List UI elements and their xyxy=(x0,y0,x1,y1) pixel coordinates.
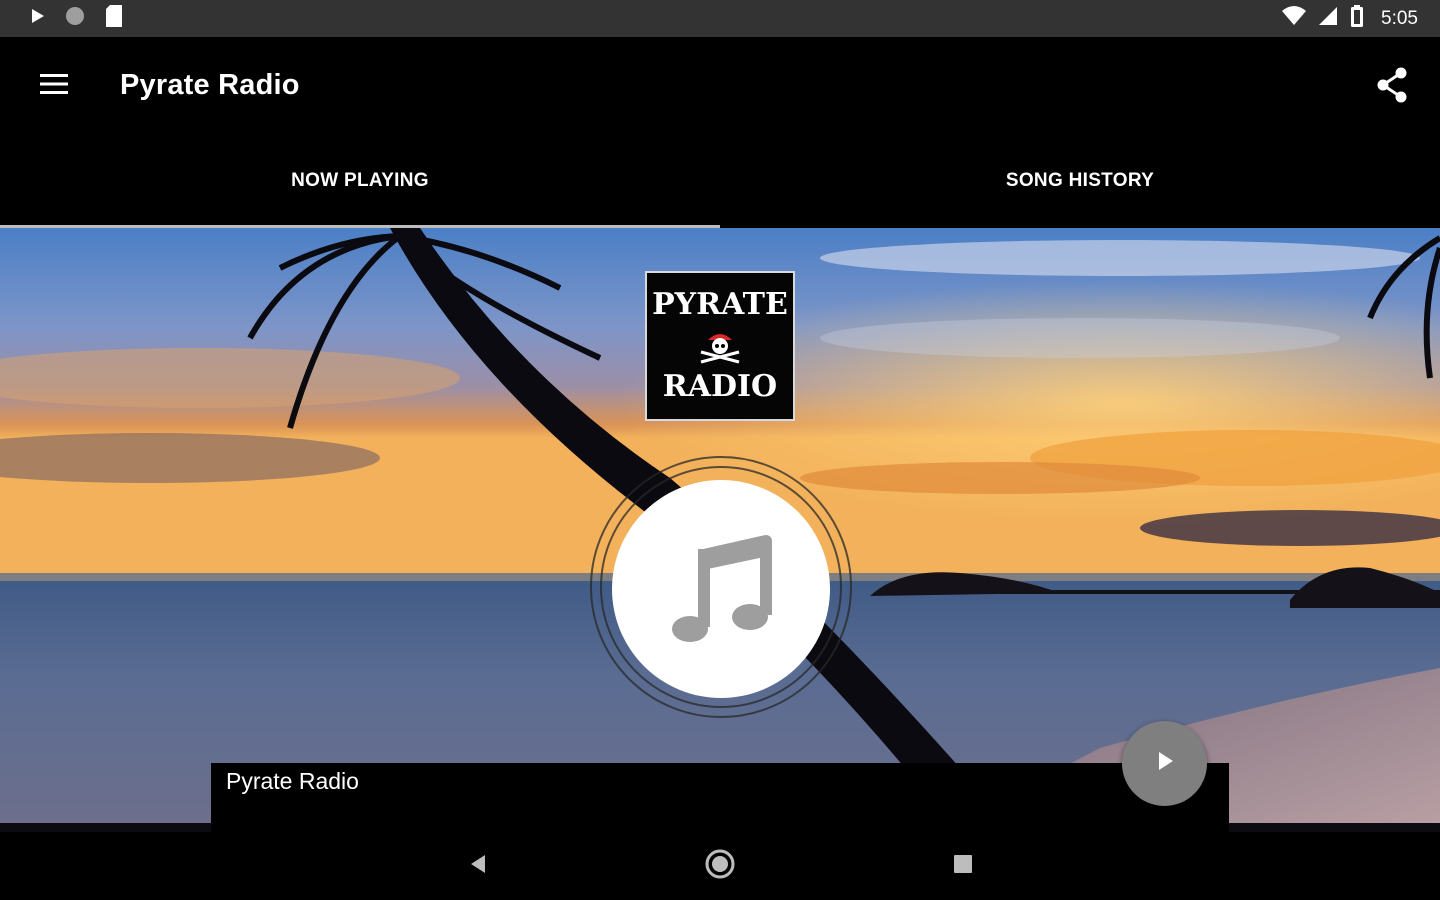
menu-icon xyxy=(38,74,70,102)
now-playing-bar[interactable]: Pyrate Radio xyxy=(211,763,1229,832)
station-name: Pyrate Radio xyxy=(226,768,359,794)
play-button[interactable] xyxy=(1122,721,1207,806)
music-note-icon xyxy=(666,527,776,652)
tab-song-history[interactable]: SONG HISTORY xyxy=(720,135,1440,228)
recents-icon xyxy=(952,853,974,880)
logo-text-bottom: RADIO xyxy=(662,369,778,404)
album-art xyxy=(612,480,830,698)
share-button[interactable] xyxy=(1374,65,1410,105)
play-icon xyxy=(30,7,46,30)
wifi-icon xyxy=(1281,5,1307,32)
app-title: Pyrate Radio xyxy=(120,69,300,101)
circle-icon xyxy=(64,5,86,32)
status-left-icons xyxy=(30,4,124,33)
recents-button[interactable] xyxy=(947,850,979,882)
share-icon xyxy=(1374,67,1410,109)
logo-text-top: PYRATE xyxy=(652,287,788,322)
tab-now-playing[interactable]: NOW PLAYING xyxy=(0,135,720,228)
back-button[interactable] xyxy=(462,850,494,882)
tab-bar: NOW PLAYING SONG HISTORY xyxy=(0,135,1440,228)
play-icon xyxy=(1154,749,1176,778)
status-right-icons: 5:05 xyxy=(1281,4,1418,33)
back-icon xyxy=(467,852,489,881)
menu-button[interactable] xyxy=(38,70,70,98)
status-time: 5:05 xyxy=(1381,7,1418,29)
skull-crossbones-icon xyxy=(700,334,740,364)
app-screen: 5:05 Pyrate Radio NOW PLAYING SONG HISTO… xyxy=(0,0,1440,900)
app-toolbar: Pyrate Radio xyxy=(0,37,1440,135)
battery-icon xyxy=(1349,4,1365,33)
status-bar: 5:05 xyxy=(0,0,1440,37)
sd-card-icon xyxy=(104,4,124,33)
navigation-bar xyxy=(0,832,1440,900)
cell-signal-icon xyxy=(1317,5,1339,32)
station-logo: PYRATE RADIO xyxy=(645,271,795,421)
home-icon xyxy=(704,848,736,885)
home-button[interactable] xyxy=(704,848,736,885)
